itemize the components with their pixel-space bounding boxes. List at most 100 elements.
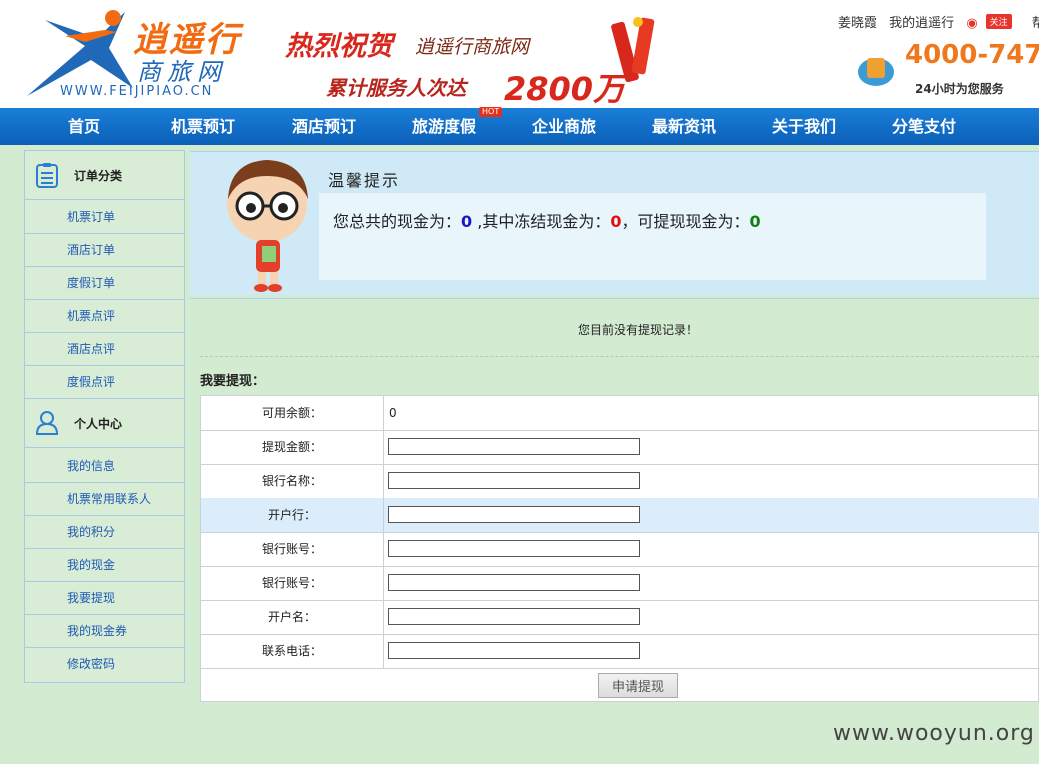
sidebar-item-my-cash[interactable]: 我的现金 (25, 549, 184, 582)
amount-input[interactable] (388, 438, 640, 455)
banner-number: 2800万 (504, 70, 626, 108)
balance-value: 0 (389, 406, 397, 420)
holder-label: 开户名： (201, 600, 384, 634)
form-row-phone: 联系电话： (201, 634, 1039, 669)
phone-icon (858, 58, 894, 86)
sidebar-item-label: 度假点评 (67, 375, 116, 389)
sidebar-item-cash-coupons[interactable]: 我的现金券 (25, 615, 184, 648)
sidebar-item-label: 度假订单 (67, 276, 116, 290)
user-name-link[interactable]: 姜晓霞 (838, 16, 877, 31)
sidebar-item-label: 酒店订单 (67, 243, 116, 257)
nav-home[interactable]: 首页 (68, 108, 100, 145)
celebration-banner: 热烈祝贺 逍遥行商旅网 累计服务人次达 2800万 (280, 10, 670, 108)
nav-hotels[interactable]: 酒店预订 (292, 108, 356, 145)
sidebar-item-label: 我的信息 (67, 459, 116, 473)
help-link[interactable]: 帮 (1032, 16, 1039, 31)
logo-text-secondary: 商旅网 (137, 58, 227, 86)
account-label: 银行账号： (201, 532, 384, 566)
phone-input[interactable] (388, 642, 640, 659)
clipboard-list-icon (36, 163, 58, 188)
top-links: 姜晓霞 我的逍遥行 ◉ 关注 帮 (838, 12, 1039, 31)
sidebar-item-label: 我的现金 (67, 558, 116, 572)
firecracker-icon (611, 17, 655, 83)
main-nav: 首页 机票预订 酒店预订 旅游度假 企业商旅 最新资讯 关于我们 分笔支付 (0, 108, 1039, 145)
banner-brand: 逍遥行商旅网 (415, 36, 530, 58)
divider (200, 356, 1039, 357)
account-input[interactable] (388, 540, 640, 557)
form-row-balance: 可用余额： 0 (201, 396, 1039, 431)
account-confirm-label: 银行账号： (201, 566, 384, 600)
hot-badge: HOT (479, 107, 503, 117)
bank-name-input[interactable] (388, 472, 640, 489)
withdrawal-form: 可用余额： 0 提现金额： 银行名称： 开户行： 银行账号： 银行账号： 开户名… (200, 395, 1039, 702)
withdrawable-cash-value: 0 (749, 212, 761, 231)
nav-vacation[interactable]: 旅游度假 (412, 108, 476, 145)
frozen-cash-label: ,其中冻结现金为： (472, 212, 611, 231)
sidebar-item-vacation-orders[interactable]: 度假订单 (25, 267, 184, 300)
nav-split-payment[interactable]: 分笔支付 (892, 108, 956, 145)
section-title: 我要提现： (200, 374, 266, 389)
form-row-branch: 开户行： (201, 498, 1039, 533)
nav-news[interactable]: 最新资讯 (652, 108, 716, 145)
apply-withdraw-button[interactable]: 申请提现 (598, 673, 678, 698)
sidebar: 订单分类 机票订单 酒店订单 度假订单 机票点评 酒店点评 度假点评 个人中心 … (24, 150, 185, 683)
frozen-cash-value: 0 (610, 212, 622, 231)
withdrawable-cash-label: ，可提现现金为： (621, 212, 750, 231)
nav-corporate[interactable]: 企业商旅 (532, 108, 596, 145)
user-icon (35, 411, 59, 435)
no-record-message: 您目前没有提现记录！ (578, 323, 699, 337)
nav-about[interactable]: 关于我们 (772, 108, 836, 145)
cash-summary: 您总共的现金为：0 ,其中冻结现金为：0，可提现现金为：0 (333, 208, 761, 232)
sidebar-item-hotel-orders[interactable]: 酒店订单 (25, 234, 184, 267)
sidebar-item-vacation-reviews[interactable]: 度假点评 (25, 366, 184, 399)
sidebar-section-title: 订单分类 (74, 169, 123, 183)
phone-number: 4000-747-8 (905, 40, 1039, 70)
sidebar-item-flight-orders[interactable]: 机票订单 (25, 201, 184, 234)
sidebar-item-label: 机票常用联系人 (67, 492, 152, 506)
sidebar-item-label: 酒店点评 (67, 342, 116, 356)
sidebar-item-label: 我的现金券 (67, 624, 128, 638)
phone-label: 联系电话： (201, 634, 384, 668)
weibo-icon: ◉ (966, 16, 978, 31)
form-row-amount: 提现金额： (201, 430, 1039, 465)
branch-label: 开户行： (201, 498, 384, 532)
site-header: 逍遥行 商旅网 WWW.FEIJIPIAO.CN 热烈祝贺 逍遥行商旅网 累计服… (0, 0, 1039, 108)
form-row-account-confirm: 银行账号： (201, 566, 1039, 601)
sidebar-item-flight-reviews[interactable]: 机票点评 (25, 300, 184, 333)
cash-summary-label: 您总共的现金为： (333, 212, 462, 231)
form-row-holder: 开户名： (201, 600, 1039, 635)
sidebar-item-points[interactable]: 我的积分 (25, 516, 184, 549)
sidebar-item-label: 我要提现 (67, 591, 116, 605)
branch-input[interactable] (388, 506, 640, 523)
nav-flights[interactable]: 机票预订 (171, 108, 235, 145)
sidebar-item-contacts[interactable]: 机票常用联系人 (25, 483, 184, 516)
watermark: www.wooyun.org (833, 721, 1035, 746)
notice-panel: 温馨提示 您总共的现金为：0 ,其中冻结现金为：0，可提现现金为：0 (190, 151, 1039, 295)
sidebar-section-title: 个人中心 (74, 417, 123, 431)
my-account-link[interactable]: 我的逍遥行 (889, 16, 954, 31)
weibo-follow-button[interactable]: ◉ 关注 (966, 14, 1019, 31)
form-row-bank-name: 银行名称： (201, 464, 1039, 499)
sidebar-item-label: 机票订单 (67, 210, 116, 224)
withdrawal-main: 您目前没有提现记录！ 我要提现： 可用余额： 0 提现金额： 银行名称： 开户行… (190, 298, 1039, 764)
sidebar-item-change-password[interactable]: 修改密码 (25, 648, 184, 680)
cartoon-mascot-icon (227, 160, 308, 292)
form-row-account: 银行账号： (201, 532, 1039, 567)
banner-subline: 累计服务人次达 (326, 76, 466, 100)
banner-headline: 热烈祝贺 (285, 31, 393, 62)
notice-content: 您总共的现金为：0 ,其中冻结现金为：0，可提现现金为：0 (319, 193, 986, 280)
phone-service-hours: 24小时为您服务 (915, 82, 1004, 96)
sidebar-item-label: 修改密码 (67, 657, 116, 671)
sidebar-section-personal: 个人中心 (25, 399, 184, 448)
bank-name-label: 银行名称： (201, 464, 384, 498)
sidebar-item-my-info[interactable]: 我的信息 (25, 450, 184, 483)
account-confirm-input[interactable] (388, 574, 640, 591)
balance-label: 可用余额： (201, 396, 384, 430)
total-cash-value: 0 (461, 212, 473, 231)
sidebar-item-label: 机票点评 (67, 309, 116, 323)
holder-input[interactable] (388, 608, 640, 625)
site-logo[interactable]: 逍遥行 商旅网 WWW.FEIJIPIAO.CN (25, 8, 255, 103)
sidebar-item-hotel-reviews[interactable]: 酒店点评 (25, 333, 184, 366)
sidebar-item-withdraw[interactable]: 我要提现 (25, 582, 184, 615)
sidebar-section-orders: 订单分类 (25, 151, 184, 200)
